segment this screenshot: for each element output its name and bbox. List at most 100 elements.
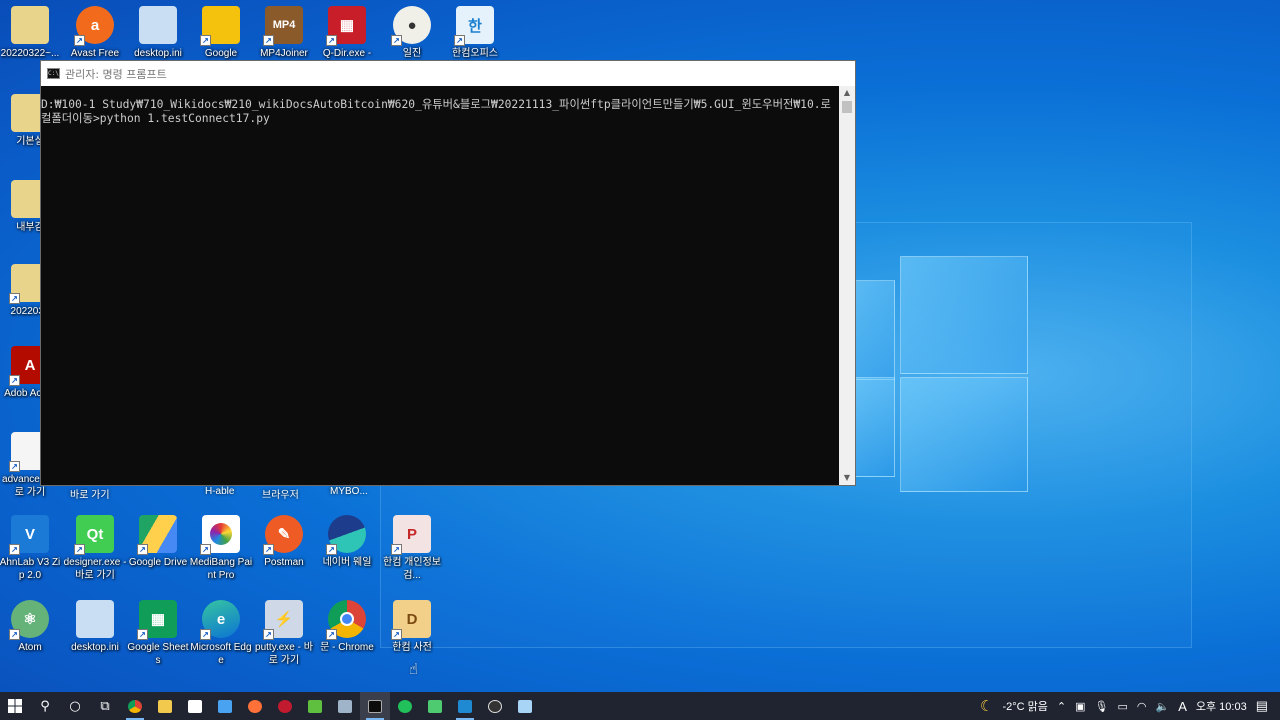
volume-icon[interactable]: 🔈	[1156, 700, 1170, 713]
taskbar-file-explorer[interactable]	[150, 692, 180, 720]
hancom-privacy-icon: P ↗	[391, 515, 431, 555]
desktop-icon-google-sheets[interactable]: ▦ ↗ Google Sheets	[126, 600, 190, 667]
window-titlebar[interactable]: C:\ 관리자: 명령 프롬프트	[41, 61, 855, 86]
cortana-button[interactable]: ○	[60, 692, 90, 720]
desktop-icon-naver-whale[interactable]: ↗ 네이버 웨일	[315, 515, 379, 569]
folder-icon	[11, 6, 49, 44]
scroll-thumb[interactable]	[842, 101, 852, 113]
taskbar-store[interactable]	[180, 692, 210, 720]
desktop-icon-qdir[interactable]: ▦ ↗ Q-Dir.exe -	[315, 6, 379, 60]
hidden-icon-label-2: H-able	[205, 486, 235, 497]
desktop-icon-iljin[interactable]: ● ↗ 일진	[380, 6, 444, 60]
desktop-icon-hancom-dictionary[interactable]: D ↗ 한컴 사전	[380, 600, 444, 654]
remote-desktop-icon	[338, 699, 352, 713]
desktop-icon-edge[interactable]: e ↗ Microsoft Edge	[189, 600, 253, 667]
store-icon	[188, 699, 202, 713]
battery-icon[interactable]: ▭	[1117, 700, 1127, 713]
taskbar-firefox[interactable]	[240, 692, 270, 720]
vscode-icon	[458, 699, 472, 713]
console-output[interactable]: D:₩100-1 Study₩710_Wikidocs₩210_wikiDocs…	[41, 86, 839, 485]
desktop-icon-google-drive[interactable]: ↗ Google Drive	[126, 515, 190, 569]
desktop-icon-folder-20220322[interactable]: 20220322~...	[0, 6, 62, 60]
settings-file-icon	[139, 6, 177, 44]
cmd-icon: C:\	[47, 68, 60, 79]
folder-icon	[158, 699, 172, 713]
mp4-icon: MP4 ↗	[263, 6, 303, 46]
meet-now-icon[interactable]: ▣	[1075, 700, 1085, 713]
whale-icon: ↗	[326, 515, 366, 555]
taskbar-kakaotalk[interactable]	[420, 692, 450, 720]
taskbar: ⚲ ○ ⧉ ☾ -2°C 맑음 ⌃ ▣ 🎙 ▭ ◠ 🔈 A 오후 10:03 ▤	[0, 692, 1280, 720]
desktop-icon-desktop-ini-2[interactable]: desktop.ini	[63, 600, 127, 654]
taskbar-opera[interactable]	[270, 692, 300, 720]
taskbar-command-prompt[interactable]	[360, 692, 390, 720]
google-sheets-icon: ▦ ↗	[137, 600, 177, 640]
hand-cursor-icon: ☝	[409, 660, 419, 678]
desktop-icon-atom[interactable]: ⚛ ↗ Atom	[0, 600, 62, 654]
opera-icon	[278, 699, 292, 713]
green-app-icon	[398, 699, 412, 713]
hancom-office-icon: 한 ↗	[454, 6, 494, 46]
clock[interactable]: 오후 10:03	[1196, 698, 1247, 714]
notification-icon[interactable]: ▤	[1256, 698, 1268, 714]
postman-icon: ✎ ↗	[263, 515, 303, 555]
mail-icon	[218, 699, 232, 713]
ahnlab-icon: V ↗	[9, 515, 49, 555]
search-button[interactable]: ⚲	[30, 692, 60, 720]
atom-icon: ⚛ ↗	[9, 600, 49, 640]
ime-indicator[interactable]: A	[1178, 699, 1187, 714]
chrome-icon	[128, 699, 142, 713]
medibang-icon: ↗	[200, 515, 240, 555]
hidden-icon-label-1: 바로 가기	[70, 490, 110, 501]
desktop-icon-chrome[interactable]: ↗ 문 - Chrome	[315, 600, 379, 654]
desktop-icon-medibang[interactable]: ↗ MediBang Paint Pro	[189, 515, 253, 582]
desktop-icon-hancom-privacy[interactable]: P ↗ 한컴 개인정보검...	[380, 515, 444, 582]
settings-file-icon	[76, 600, 114, 638]
clover-icon	[308, 699, 322, 713]
system-tray: ☾ -2°C 맑음 ⌃ ▣ 🎙 ▭ ◠ 🔈 A 오후 10:03 ▤	[980, 692, 1280, 720]
windows-logo-wallpaper	[850, 250, 1030, 495]
weather-text[interactable]: -2°C 맑음	[1002, 698, 1047, 714]
desktop-icon-avast[interactable]: a ↗ Avast Free	[63, 6, 127, 60]
cortana-icon: ○	[69, 698, 81, 714]
putty-icon: ⚡ ↗	[263, 600, 303, 640]
desktop-icon-hancom-office[interactable]: 한 ↗ 한컴오피스	[443, 6, 507, 60]
taskbar-chrome[interactable]	[120, 692, 150, 720]
taskbar-remote-desktop[interactable]	[330, 692, 360, 720]
taskbar-obs[interactable]	[480, 692, 510, 720]
taskbar-clover[interactable]	[300, 692, 330, 720]
scroll-up-arrow-icon[interactable]: ▲	[839, 86, 855, 100]
chevron-up-icon[interactable]: ⌃	[1057, 700, 1066, 713]
desktop-icon-designer[interactable]: Qt ↗ designer.exe - 바로 가기	[63, 515, 127, 582]
desktop-icon-desktop-ini[interactable]: desktop.ini	[126, 6, 190, 60]
qdir-icon: ▦ ↗	[326, 6, 366, 46]
scroll-down-arrow-icon[interactable]: ▼	[839, 471, 855, 485]
wifi-icon[interactable]: ◠	[1137, 700, 1147, 713]
google-slides-icon: ↗	[200, 6, 240, 46]
firefox-icon	[248, 699, 262, 713]
taskbar-vscode[interactable]	[450, 692, 480, 720]
desktop-icon-mp4joiner[interactable]: MP4 ↗ MP4Joiner	[252, 6, 316, 60]
taskbar-notepad[interactable]	[510, 692, 540, 720]
task-view-button[interactable]: ⧉	[90, 692, 120, 720]
desktop-icon-putty[interactable]: ⚡ ↗ putty.exe - 바로 가기	[252, 600, 316, 667]
vertical-scrollbar[interactable]: ▲ ▼	[839, 86, 855, 485]
desktop-icon-postman[interactable]: ✎ ↗ Postman	[252, 515, 316, 569]
window-title: 관리자: 명령 프롬프트	[65, 67, 167, 81]
desktop-icon-google[interactable]: ↗ Google	[189, 6, 253, 60]
windows-start-icon	[8, 699, 22, 713]
desktop-icon-ahnlab-v3[interactable]: V ↗ AhnLab V3 Zip 2.0	[0, 515, 62, 582]
start-button[interactable]	[0, 692, 30, 720]
moon-weather-icon: ☾	[980, 698, 994, 715]
taskbar-app-green[interactable]	[390, 692, 420, 720]
cmd-icon	[368, 699, 382, 713]
qt-designer-icon: Qt ↗	[74, 515, 114, 555]
obs-icon	[488, 699, 502, 713]
hidden-icon-label-3: 브라우저	[262, 490, 299, 501]
hidden-icon-label-4: MYBO...	[330, 486, 368, 497]
hancom-dictionary-icon: D ↗	[391, 600, 431, 640]
microphone-icon[interactable]: 🎙	[1095, 700, 1109, 713]
edge-icon: e ↗	[200, 600, 240, 640]
taskbar-mail[interactable]	[210, 692, 240, 720]
command-prompt-window[interactable]: C:\ 관리자: 명령 프롬프트 D:₩100-1 Study₩710_Wiki…	[40, 60, 856, 486]
